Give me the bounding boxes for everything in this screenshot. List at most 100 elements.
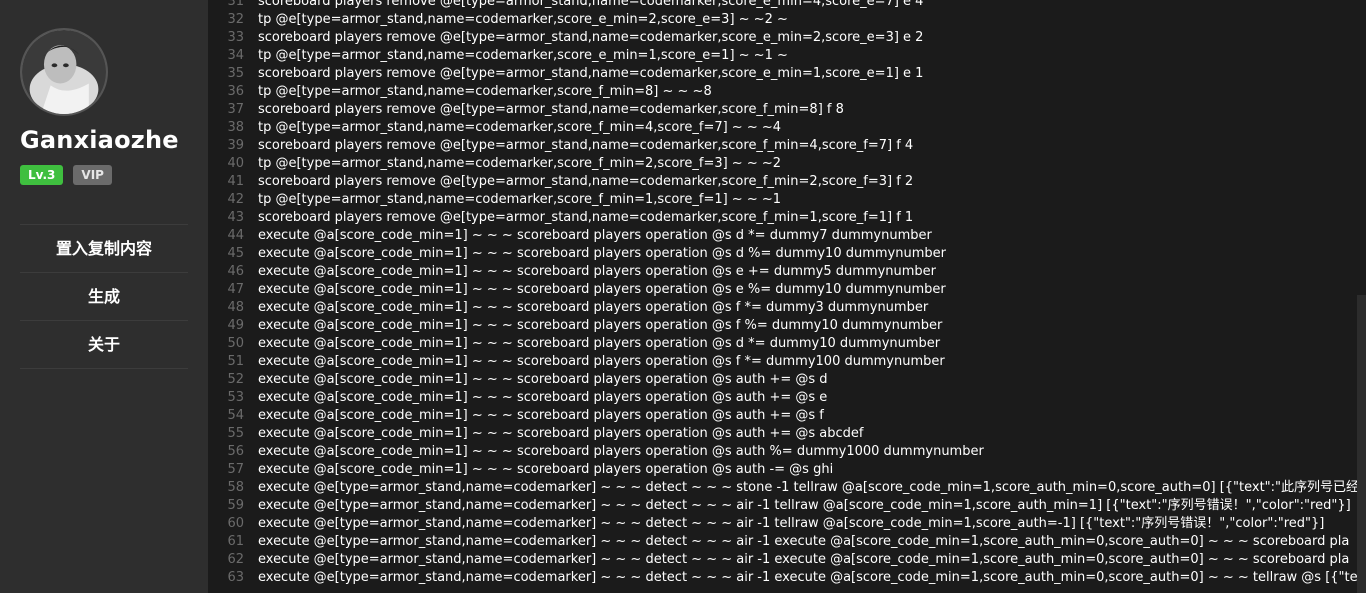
code-line: 55 execute @a[score_code_min=1] ~ ~ ~ sco…: [208, 425, 1366, 443]
code-line: 35 scoreboard players remove @e[type=armo…: [208, 65, 1366, 83]
line-number: 34: [227, 48, 244, 63]
sidebar: Ganxiaozhe Lv.3 VIP 置入复制内容 生成 关于: [0, 0, 208, 593]
code-line: 48 execute @a[score_code_min=1] ~ ~ ~ sco…: [208, 299, 1366, 317]
line-code: scoreboard players remove @e[type=armor_…: [258, 210, 914, 225]
line-code: execute @a[score_code_min=1] ~ ~ ~ score…: [258, 246, 946, 261]
line-number: 42: [227, 192, 244, 207]
line-code: execute @a[score_code_min=1] ~ ~ ~ score…: [258, 462, 834, 477]
line-code: scoreboard players remove @e[type=armor_…: [258, 102, 844, 117]
line-number: 32: [227, 12, 244, 27]
line-code: execute @a[score_code_min=1] ~ ~ ~ score…: [258, 336, 941, 351]
line-code: execute @e[type=armor_stand,name=codemar…: [258, 552, 1350, 567]
line-code: execute @a[score_code_min=1] ~ ~ ~ score…: [258, 408, 824, 423]
line-code: execute @e[type=armor_stand,name=codemar…: [258, 516, 1325, 531]
code-line: 43 scoreboard players remove @e[type=armo…: [208, 209, 1366, 227]
code-line: 62 execute @e[type=armor_stand,name=codem…: [208, 551, 1366, 569]
line-number: 45: [227, 246, 244, 261]
level-badge: Lv.3: [20, 165, 64, 185]
code-line: 38 tp @e[type=armor_stand,name=codemarker…: [208, 119, 1366, 137]
code-line: 44 execute @a[score_code_min=1] ~ ~ ~ sco…: [208, 227, 1366, 245]
line-code: execute @a[score_code_min=1] ~ ~ ~ score…: [258, 372, 828, 387]
code-line: 50 execute @a[score_code_min=1] ~ ~ ~ sco…: [208, 335, 1366, 353]
avatar[interactable]: [20, 28, 108, 116]
line-number: 37: [227, 102, 244, 117]
line-number: 53: [227, 390, 244, 405]
line-code: execute @a[score_code_min=1] ~ ~ ~ score…: [258, 426, 864, 441]
code-line: 52 execute @a[score_code_min=1] ~ ~ ~ sco…: [208, 371, 1366, 389]
code-line: 54 execute @a[score_code_min=1] ~ ~ ~ sco…: [208, 407, 1366, 425]
line-number: 62: [227, 552, 244, 567]
line-code: tp @e[type=armor_stand,name=codemarker,s…: [258, 192, 782, 207]
code-line: 39 scoreboard players remove @e[type=armo…: [208, 137, 1366, 155]
line-number: 61: [227, 534, 244, 549]
line-number: 57: [227, 462, 244, 477]
code-line: 42 tp @e[type=armor_stand,name=codemarker…: [208, 191, 1366, 209]
code-line: 60 execute @e[type=armor_stand,name=codem…: [208, 515, 1366, 533]
line-number: 46: [227, 264, 244, 279]
line-code: execute @e[type=armor_stand,name=codemar…: [258, 534, 1350, 549]
line-code: tp @e[type=armor_stand,name=codemarker,s…: [258, 120, 782, 135]
code-line: 49 execute @a[score_code_min=1] ~ ~ ~ sco…: [208, 317, 1366, 335]
code-line: 33 scoreboard players remove @e[type=armo…: [208, 29, 1366, 47]
line-code: execute @a[score_code_min=1] ~ ~ ~ score…: [258, 300, 929, 315]
line-number: 41: [227, 174, 244, 189]
line-number: 54: [227, 408, 244, 423]
code-editor[interactable]: 31 scoreboard players remove @e[type=armo…: [208, 0, 1366, 593]
line-code: execute @e[type=armor_stand,name=codemar…: [258, 498, 1351, 513]
line-number: 35: [227, 66, 244, 81]
line-code: scoreboard players remove @e[type=armor_…: [258, 174, 914, 189]
avatar-photo-icon: [22, 30, 106, 114]
code-line: 61 execute @e[type=armor_stand,name=codem…: [208, 533, 1366, 551]
code-line: 37 scoreboard players remove @e[type=armo…: [208, 101, 1366, 119]
line-code: tp @e[type=armor_stand,name=codemarker,s…: [258, 156, 782, 171]
code-line: 40 tp @e[type=armor_stand,name=codemarker…: [208, 155, 1366, 173]
vertical-scrollbar[interactable]: [1357, 295, 1366, 593]
line-number: 60: [227, 516, 244, 531]
line-number: 55: [227, 426, 244, 441]
code-line: 57 execute @a[score_code_min=1] ~ ~ ~ sco…: [208, 461, 1366, 479]
line-number: 31: [227, 0, 244, 9]
code-line: 31 scoreboard players remove @e[type=armo…: [208, 0, 1366, 11]
code-lines: 31 scoreboard players remove @e[type=armo…: [208, 0, 1366, 587]
username: Ganxiaozhe: [20, 126, 179, 154]
line-number: 50: [227, 336, 244, 351]
code-line: 56 execute @a[score_code_min=1] ~ ~ ~ sco…: [208, 443, 1366, 461]
line-code: tp @e[type=armor_stand,name=codemarker,s…: [258, 12, 788, 27]
code-line: 45 execute @a[score_code_min=1] ~ ~ ~ sco…: [208, 245, 1366, 263]
line-number: 52: [227, 372, 244, 387]
line-number: 58: [227, 480, 244, 495]
line-code: scoreboard players remove @e[type=armor_…: [258, 138, 914, 153]
line-code: execute @a[score_code_min=1] ~ ~ ~ score…: [258, 318, 943, 333]
line-code: execute @a[score_code_min=1] ~ ~ ~ score…: [258, 282, 946, 297]
code-line: 58 execute @e[type=armor_stand,name=codem…: [208, 479, 1366, 497]
line-number: 51: [227, 354, 244, 369]
line-number: 39: [227, 138, 244, 153]
nav-item-import-copied-content[interactable]: 置入复制内容: [20, 225, 188, 273]
line-number: 56: [227, 444, 244, 459]
line-number: 48: [227, 300, 244, 315]
line-code: execute @a[score_code_min=1] ~ ~ ~ score…: [258, 228, 932, 243]
code-line: 63 execute @e[type=armor_stand,name=codem…: [208, 569, 1366, 587]
code-line: 32 tp @e[type=armor_stand,name=codemarker…: [208, 11, 1366, 29]
line-code: execute @a[score_code_min=1] ~ ~ ~ score…: [258, 264, 936, 279]
code-line: 41 scoreboard players remove @e[type=armo…: [208, 173, 1366, 191]
sidebar-nav: 置入复制内容 生成 关于: [20, 224, 188, 369]
code-line: 46 execute @a[score_code_min=1] ~ ~ ~ sco…: [208, 263, 1366, 281]
code-line: 59 execute @e[type=armor_stand,name=codem…: [208, 497, 1366, 515]
line-number: 43: [227, 210, 244, 225]
user-badges: Lv.3 VIP: [20, 165, 112, 185]
line-number: 59: [227, 498, 244, 513]
line-code: execute @e[type=armor_stand,name=codemar…: [258, 570, 1358, 585]
line-code: tp @e[type=armor_stand,name=codemarker,s…: [258, 84, 712, 99]
line-code: tp @e[type=armor_stand,name=codemarker,s…: [258, 48, 788, 63]
line-code: scoreboard players remove @e[type=armor_…: [258, 30, 924, 45]
line-number: 40: [227, 156, 244, 171]
nav-item-generate[interactable]: 生成: [20, 273, 188, 321]
line-number: 44: [227, 228, 244, 243]
nav-item-about[interactable]: 关于: [20, 321, 188, 369]
line-number: 33: [227, 30, 244, 45]
line-code: execute @a[score_code_min=1] ~ ~ ~ score…: [258, 444, 984, 459]
line-number: 36: [227, 84, 244, 99]
code-line: 53 execute @a[score_code_min=1] ~ ~ ~ sco…: [208, 389, 1366, 407]
line-code: execute @e[type=armor_stand,name=codemar…: [258, 480, 1360, 495]
